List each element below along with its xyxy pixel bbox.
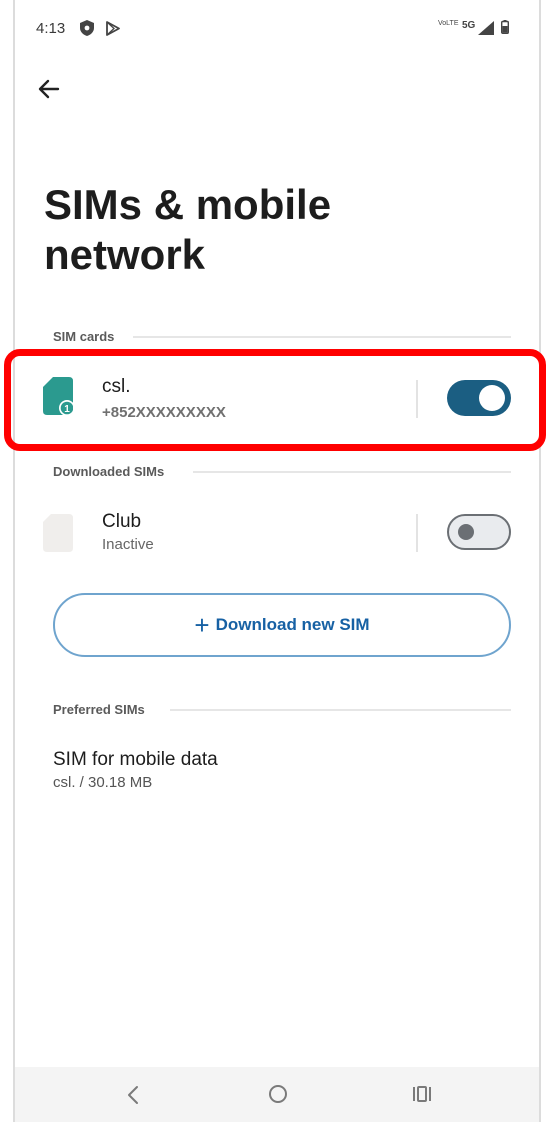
download-new-sim-button[interactable]: + Download new SIM xyxy=(53,593,511,657)
sim-card-icon xyxy=(43,514,73,552)
section-header-sim-cards: SIM cards xyxy=(53,329,115,344)
mobile-data-title: SIM for mobile data xyxy=(53,749,218,770)
section-divider xyxy=(133,336,511,338)
back-nav-icon[interactable] xyxy=(125,1084,141,1106)
section-divider xyxy=(170,709,511,711)
signal-icon xyxy=(478,21,494,35)
plus-icon: + xyxy=(194,610,210,640)
download-new-sim-label: Download new SIM xyxy=(215,615,370,634)
home-nav-icon[interactable] xyxy=(268,1084,288,1104)
arrow-left-icon[interactable] xyxy=(36,76,62,102)
mobile-data-value: csl. / 30.18 MB xyxy=(53,774,153,791)
page-title: SIMs & mobile network xyxy=(44,181,332,278)
volte-icon: VoLTE xyxy=(438,20,459,27)
sim-toggle-club[interactable] xyxy=(447,514,511,550)
toggle-knob xyxy=(458,524,474,540)
navigation-bar xyxy=(15,1067,539,1122)
status-time: 4:13 xyxy=(36,20,66,37)
status-icons-right: VoLTE 5G xyxy=(438,19,518,37)
section-header-preferred-sims: Preferred SIMs xyxy=(53,702,145,717)
network-type-label: 5G xyxy=(462,20,476,31)
highlight-box xyxy=(4,349,546,451)
vertical-divider xyxy=(416,514,418,552)
sim-name: Club xyxy=(102,511,142,532)
downloaded-sim-row-club[interactable]: Club Inactive xyxy=(26,496,526,572)
shield-icon xyxy=(80,20,94,36)
sim-status: Inactive xyxy=(102,536,154,553)
section-header-downloaded-sims: Downloaded SIMs xyxy=(53,464,165,479)
battery-icon xyxy=(501,20,509,34)
section-divider xyxy=(193,471,511,473)
play-store-icon xyxy=(106,21,120,36)
recents-nav-icon[interactable] xyxy=(412,1084,432,1104)
